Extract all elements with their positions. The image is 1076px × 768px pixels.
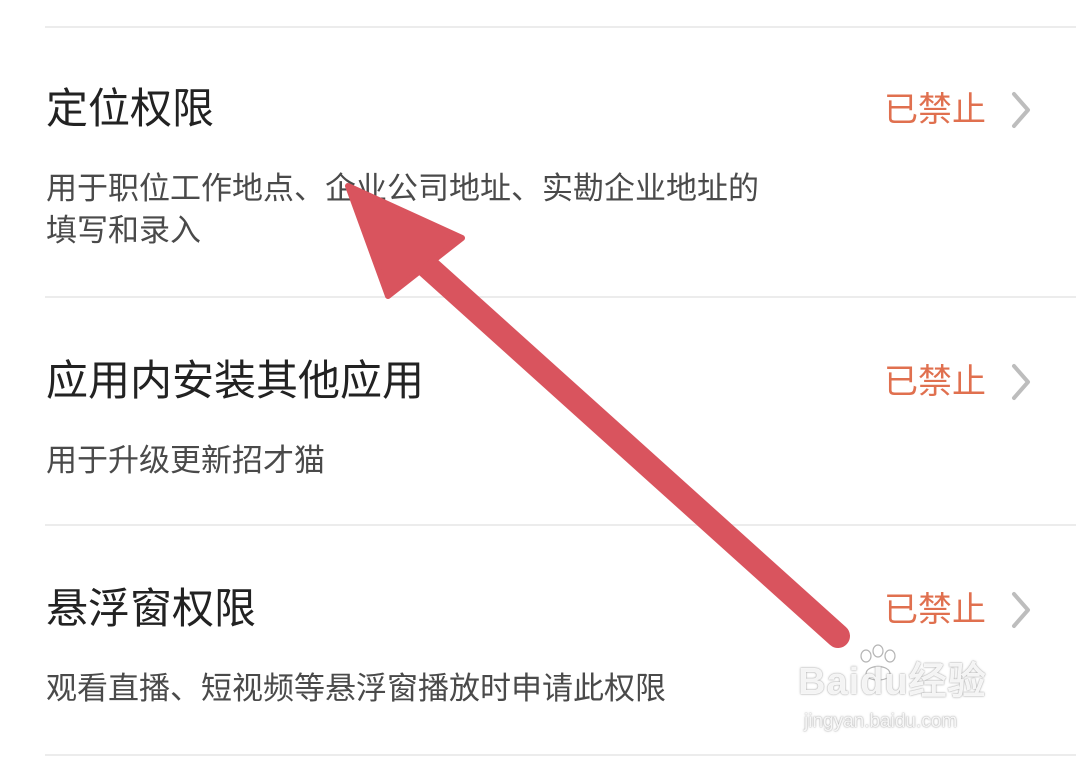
watermark-brand: Baidu经验: [798, 661, 987, 703]
watermark-domain: jingyan.baidu.com: [804, 711, 958, 732]
permission-settings-screen: 定位权限 已禁止 用于职位工作地点、企业公司地址、实勘企业地址的填写和录入 应用…: [0, 0, 1076, 768]
baidu-jingyan-watermark: Baidu经验 jingyan.baidu.com: [798, 644, 1018, 750]
